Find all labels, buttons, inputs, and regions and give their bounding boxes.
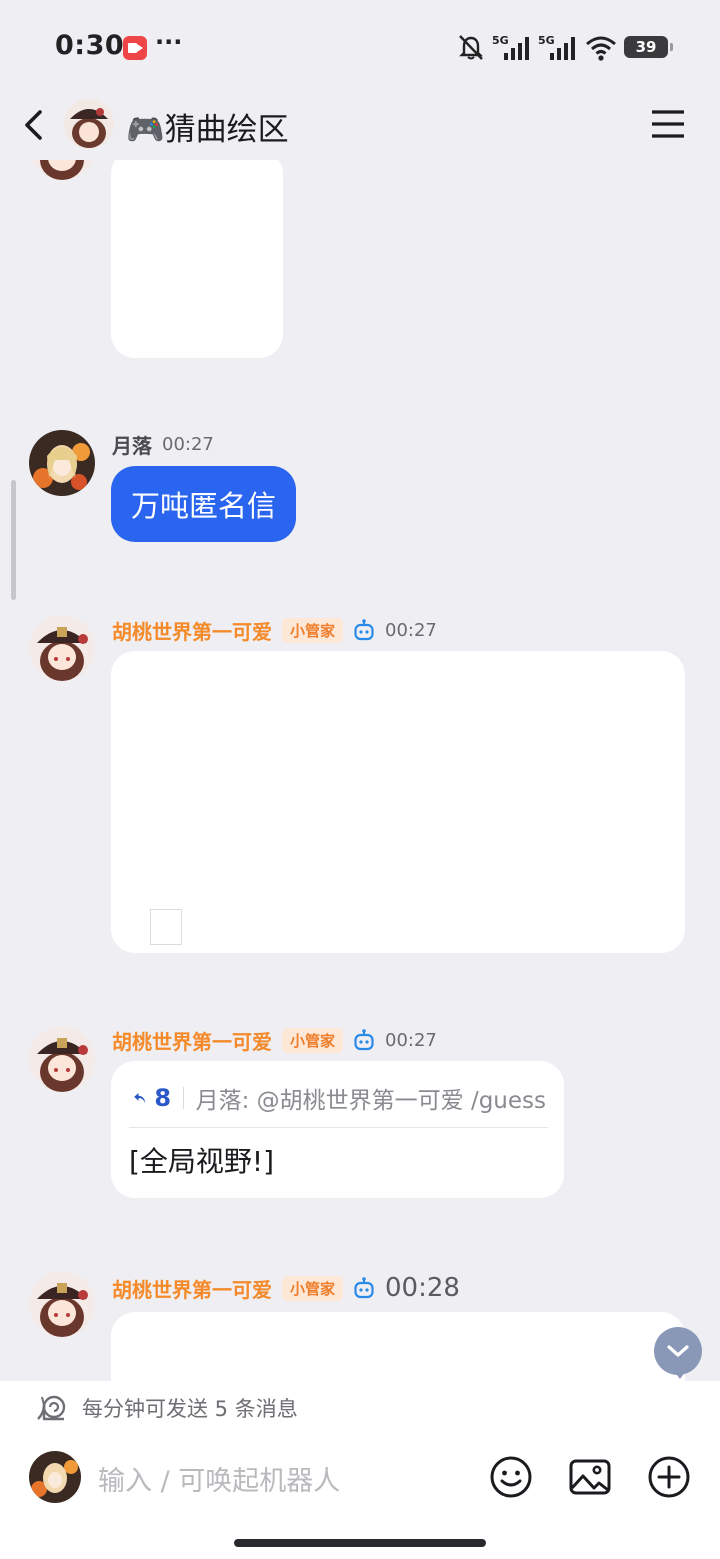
avatar-hutao[interactable] [29, 615, 95, 681]
wifi-icon [586, 36, 616, 61]
back-icon[interactable] [14, 102, 54, 148]
group-avatar[interactable] [64, 99, 114, 149]
status-bar: 0:30 ··· 5G 5G 39 [0, 0, 720, 96]
divider [183, 1087, 184, 1109]
quoted-text: 月落: @胡桃世界第一可爱 /guess [195, 1088, 546, 1114]
scroll-indicator[interactable] [11, 480, 16, 600]
robot-icon [354, 1029, 374, 1051]
chat-header: 🎮猜曲绘区 [0, 96, 720, 158]
my-avatar[interactable] [29, 1451, 81, 1503]
sender-name[interactable]: 胡桃世界第一可爱 [112, 1274, 272, 1303]
sender-name[interactable]: 月落 [112, 430, 152, 459]
sender-name[interactable]: 胡桃世界第一可爱 [112, 616, 272, 645]
message-input[interactable]: 输入 / 可唤起机器人 [98, 1459, 340, 1498]
robot-icon [354, 1277, 374, 1299]
menu-icon[interactable] [650, 108, 686, 140]
svg-text:5G: 5G [492, 34, 509, 47]
image-message[interactable] [111, 1312, 685, 1382]
avatar-hutao[interactable] [29, 1026, 95, 1092]
message-list[interactable]: 月落 00:27 万吨匿名信 胡桃世界第一可爱 小管家 00:27 胡桃世界第一… [0, 160, 720, 1382]
group-title: 🎮猜曲绘区 [126, 112, 289, 148]
reply-icon [134, 1093, 146, 1103]
snail-icon [37, 1395, 66, 1421]
reply-message[interactable]: 8 月落: @胡桃世界第一可爱 /guess [全局视野!] [111, 1061, 564, 1198]
sender-name[interactable]: 胡桃世界第一可爱 [112, 1026, 272, 1055]
home-indicator[interactable] [234, 1539, 486, 1547]
signal-5g-icon: 5G [492, 34, 529, 60]
image-placeholder [150, 909, 182, 945]
admin-badge: 小管家 [282, 1027, 344, 1053]
image-icon[interactable] [568, 1455, 612, 1499]
emoji-icon[interactable] [489, 1455, 533, 1499]
battery-indicator: 39 [624, 36, 673, 58]
message-meta: 胡桃世界第一可爱 小管家 00:27 [112, 615, 437, 645]
mute-bell-icon [459, 35, 483, 60]
avatar-hutao[interactable] [29, 160, 95, 180]
message-composer: 每分钟可发送 5 条消息 输入 / 可唤起机器人 [0, 1381, 720, 1559]
message-time: 00:27 [162, 433, 214, 455]
slow-mode-notice: 每分钟可发送 5 条消息 [36, 1393, 298, 1423]
message-time: 00:28 [385, 1273, 460, 1303]
svg-text:5G: 5G [538, 34, 555, 47]
message-meta: 月落 00:27 [112, 429, 214, 459]
image-message[interactable] [111, 160, 283, 358]
avatar-hutao[interactable] [29, 1271, 95, 1337]
message-meta: 胡桃世界第一可爱 小管家 00:28 [112, 1273, 460, 1303]
chat-screen: 0:30 ··· 5G 5G 39 🎮猜曲绘区 月落 00:27 万吨匿名信 胡… [0, 0, 720, 1559]
reply-quote[interactable]: 8 月落: @胡桃世界第一可爱 /guess [111, 1061, 564, 1127]
more-notifications-icon: ··· [155, 28, 183, 56]
signal-5g-icon-2: 5G [538, 34, 575, 60]
robot-icon [354, 619, 374, 641]
scroll-to-bottom-button[interactable] [654, 1327, 702, 1379]
message-meta: 胡桃世界第一可爱 小管家 00:27 [112, 1025, 437, 1055]
image-message[interactable] [111, 651, 685, 953]
plus-icon[interactable] [647, 1455, 691, 1499]
message-time: 00:27 [385, 1029, 437, 1051]
admin-badge: 小管家 [282, 617, 344, 643]
screen-record-icon [123, 36, 147, 60]
message-text: [全局视野!] [129, 1145, 275, 1178]
reply-count: 8 [154, 1084, 172, 1112]
status-time: 0:30 [55, 30, 125, 61]
chevron-down-icon [667, 1345, 689, 1357]
avatar-yueluo[interactable] [29, 430, 95, 496]
status-indicators: 5G 5G 39 [456, 32, 673, 62]
admin-badge: 小管家 [282, 1275, 344, 1301]
message-time: 00:27 [385, 619, 437, 641]
rate-limit-text: 每分钟可发送 5 条消息 [82, 1397, 298, 1421]
text-message[interactable]: 万吨匿名信 [111, 466, 297, 542]
